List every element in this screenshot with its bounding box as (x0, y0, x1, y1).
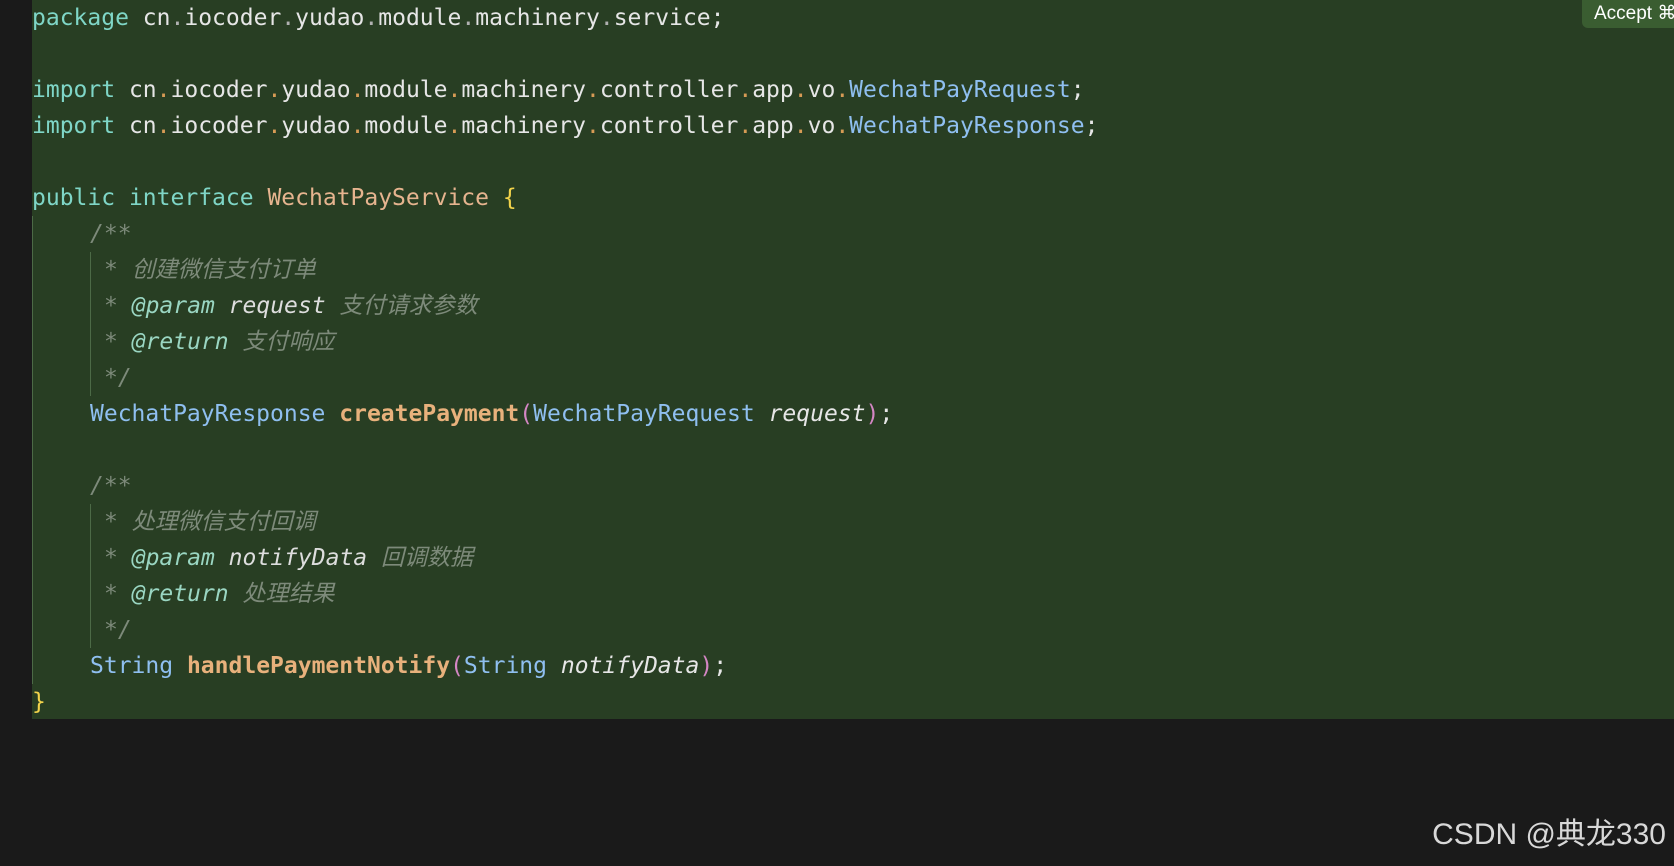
keyword-token: import (32, 77, 116, 103)
method-name: createPayment (339, 401, 520, 427)
doc-comment-line: * @return 处理结果 (104, 581, 335, 607)
doc-comment-line: */ (104, 617, 132, 643)
doc-indent-guide (90, 252, 91, 396)
indent-guide (32, 216, 33, 684)
keyword-token: package (32, 5, 129, 31)
code-line: import cn.iocoder.yudao.module.machinery… (32, 77, 1085, 103)
keyword-token: interface (128, 185, 254, 211)
interface-name: WechatPayService (267, 185, 489, 211)
code-line: } (32, 689, 46, 715)
doc-comment-line: * @param request 支付请求参数 (104, 293, 478, 319)
watermark: CSDN @典龙330 (1432, 818, 1666, 851)
doc-indent-guide (90, 504, 91, 648)
doc-comment-line: */ (104, 365, 132, 391)
doc-comment-line: * 创建微信支付订单 (104, 257, 316, 283)
doc-comment-line: /** (90, 473, 132, 499)
keyword-token: public (32, 185, 116, 211)
code-editor[interactable]: Accept ⌘ package cn.iocoder.yudao.module… (0, 0, 1674, 866)
doc-comment-line: * 处理微信支付回调 (104, 509, 316, 535)
code-line: package cn.iocoder.yudao.module.machiner… (32, 5, 725, 31)
code-line: public interface WechatPayService { (32, 185, 517, 211)
method-declaration: String handlePaymentNotify(String notify… (90, 653, 728, 679)
code-line: import cn.iocoder.yudao.module.machinery… (32, 113, 1099, 139)
doc-comment-line: * @return 支付响应 (104, 329, 335, 355)
method-declaration: WechatPayResponse createPayment(WechatPa… (90, 401, 894, 427)
method-name: handlePaymentNotify (186, 653, 451, 679)
doc-comment-line: * @param notifyData 回调数据 (104, 545, 474, 571)
accept-button[interactable]: Accept ⌘ (1582, 0, 1674, 28)
doc-comment-line: /** (90, 221, 132, 247)
keyword-token: import (32, 113, 116, 139)
